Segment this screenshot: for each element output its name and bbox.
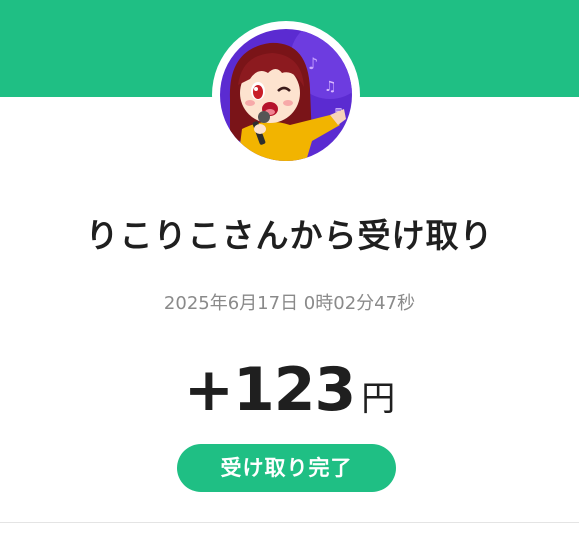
svg-text:♪: ♪ [308, 54, 318, 73]
svg-text:♫: ♫ [324, 79, 337, 95]
avatar-ring: ♪ ♫ ♪ ♬ [212, 21, 360, 169]
avatar-image: ♪ ♫ ♪ ♬ [220, 29, 352, 161]
currency-label: 円 [361, 379, 396, 419]
amount-value: +123 [183, 355, 357, 425]
transaction-timestamp: 2025年6月17日 0時02分47秒 [163, 293, 416, 314]
page-title: りこりこさんから受け取り [85, 216, 494, 255]
status-badge: 受け取り完了 [177, 444, 396, 492]
divider [0, 522, 579, 523]
receipt-page: ♪ ♫ ♪ ♬ [0, 0, 579, 551]
avatar[interactable]: ♪ ♫ ♪ ♬ [220, 29, 352, 161]
amount-row: +123 円 [0, 355, 579, 425]
